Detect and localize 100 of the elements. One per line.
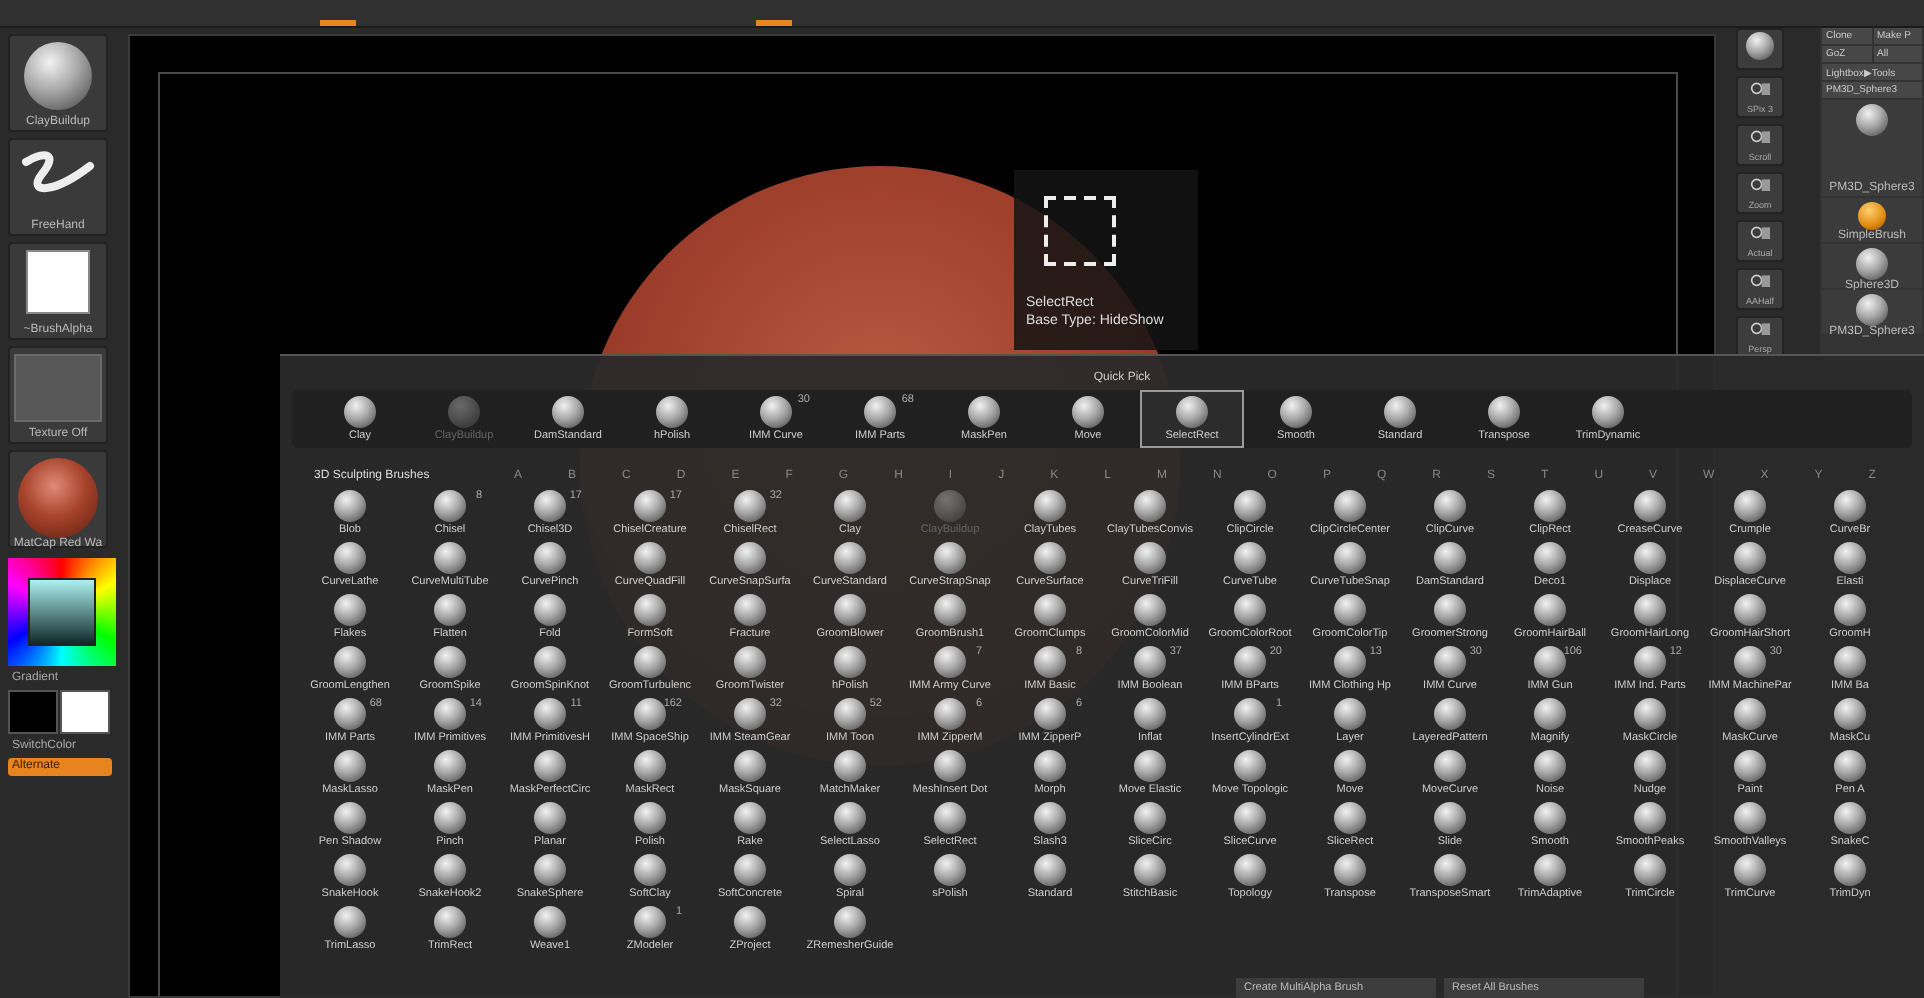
render-button[interactable] — [1736, 28, 1784, 70]
sphere-icon — [1534, 749, 1566, 781]
sphere-icon — [334, 905, 366, 937]
main-color-swatch[interactable] — [8, 690, 58, 734]
zoom-icon — [1746, 272, 1774, 292]
sphere-icon — [1334, 593, 1366, 625]
sphere-icon — [1534, 489, 1566, 521]
color-picker[interactable] — [8, 558, 116, 666]
sphere-icon — [534, 905, 566, 937]
sphere-icon — [1634, 645, 1666, 677]
brush-icon — [1858, 202, 1886, 230]
sphere-icon — [1534, 801, 1566, 833]
sphere-icon — [734, 593, 766, 625]
sphere-icon — [534, 801, 566, 833]
sphere-icon — [1134, 593, 1166, 625]
sphere-icon — [24, 42, 92, 110]
sphere-icon — [834, 853, 866, 885]
sphere-icon — [434, 801, 466, 833]
sphere-icon — [334, 593, 366, 625]
sphere-icon — [1334, 697, 1366, 729]
sphere-icon — [1634, 697, 1666, 729]
sphere-icon — [334, 801, 366, 833]
sphere-icon — [1434, 593, 1466, 625]
sphere-icon — [1434, 489, 1466, 521]
sphere-icon — [1134, 749, 1166, 781]
zoom-icon — [1746, 80, 1774, 100]
sphere-icon — [1234, 645, 1266, 677]
sphere-icon — [656, 396, 688, 428]
sphere-icon — [1434, 697, 1466, 729]
sphere-icon — [968, 396, 1000, 428]
sphere-icon — [1534, 853, 1566, 885]
sphere-icon — [1234, 489, 1266, 521]
sphere-icon — [1434, 801, 1466, 833]
sphere-icon — [1592, 396, 1624, 428]
sphere-icon — [1534, 541, 1566, 573]
sphere-icon — [1734, 801, 1766, 833]
sphere-icon — [734, 853, 766, 885]
sphere-icon — [834, 905, 866, 937]
sphere-icon — [344, 396, 376, 428]
sphere-icon — [1834, 489, 1866, 521]
sphere-icon — [334, 645, 366, 677]
sphere-icon — [434, 853, 466, 885]
sphere-icon — [334, 541, 366, 573]
sphere-icon — [334, 697, 366, 729]
sphere-icon — [734, 489, 766, 521]
zoom-icon — [1746, 320, 1774, 340]
sphere-icon — [734, 541, 766, 573]
sphere-icon — [1734, 489, 1766, 521]
material-sphere — [18, 458, 98, 538]
sphere-icon — [1834, 853, 1866, 885]
sphere-icon — [760, 396, 792, 428]
zoom-icon — [1746, 128, 1774, 148]
sphere-icon — [864, 396, 896, 428]
sphere-icon — [1234, 853, 1266, 885]
sphere-icon — [1534, 593, 1566, 625]
sphere-icon — [634, 697, 666, 729]
sphere-icon — [434, 541, 466, 573]
sphere-icon — [1856, 294, 1888, 326]
sphere-icon — [734, 905, 766, 937]
sphere-icon — [1834, 749, 1866, 781]
sphere-icon — [534, 749, 566, 781]
sphere-icon — [1734, 697, 1766, 729]
sphere-icon — [934, 697, 966, 729]
sphere-icon — [534, 593, 566, 625]
sphere-icon — [1334, 749, 1366, 781]
sphere-icon — [634, 541, 666, 573]
sphere-icon — [434, 593, 466, 625]
sphere-icon — [834, 697, 866, 729]
sphere-icon — [1434, 645, 1466, 677]
sphere-icon — [934, 853, 966, 885]
sphere-icon — [1334, 645, 1366, 677]
sphere-icon — [534, 489, 566, 521]
sphere-icon — [1134, 645, 1166, 677]
sphere-icon — [1488, 396, 1520, 428]
sphere-icon — [1034, 697, 1066, 729]
sphere-icon — [434, 697, 466, 729]
secondary-color-swatch[interactable] — [60, 690, 110, 734]
sphere-icon — [1034, 749, 1066, 781]
sphere-icon — [534, 853, 566, 885]
sphere-icon — [1634, 853, 1666, 885]
sphere-icon — [1134, 489, 1166, 521]
sphere-icon — [334, 749, 366, 781]
sphere-icon — [834, 541, 866, 573]
sphere-icon — [734, 749, 766, 781]
sphere-icon — [534, 541, 566, 573]
sphere-icon — [934, 749, 966, 781]
sphere-icon — [434, 905, 466, 937]
sphere-icon — [1072, 396, 1104, 428]
sphere-icon — [434, 489, 466, 521]
sphere-icon — [634, 749, 666, 781]
sphere-icon — [334, 853, 366, 885]
sphere-icon — [1234, 749, 1266, 781]
sphere-icon — [1334, 541, 1366, 573]
sphere-icon — [434, 645, 466, 677]
sphere-icon — [534, 697, 566, 729]
sphere-icon — [1634, 801, 1666, 833]
sphere-icon — [448, 396, 480, 428]
sphere-icon — [1634, 541, 1666, 573]
sphere-icon — [1134, 801, 1166, 833]
sphere-icon — [1434, 749, 1466, 781]
